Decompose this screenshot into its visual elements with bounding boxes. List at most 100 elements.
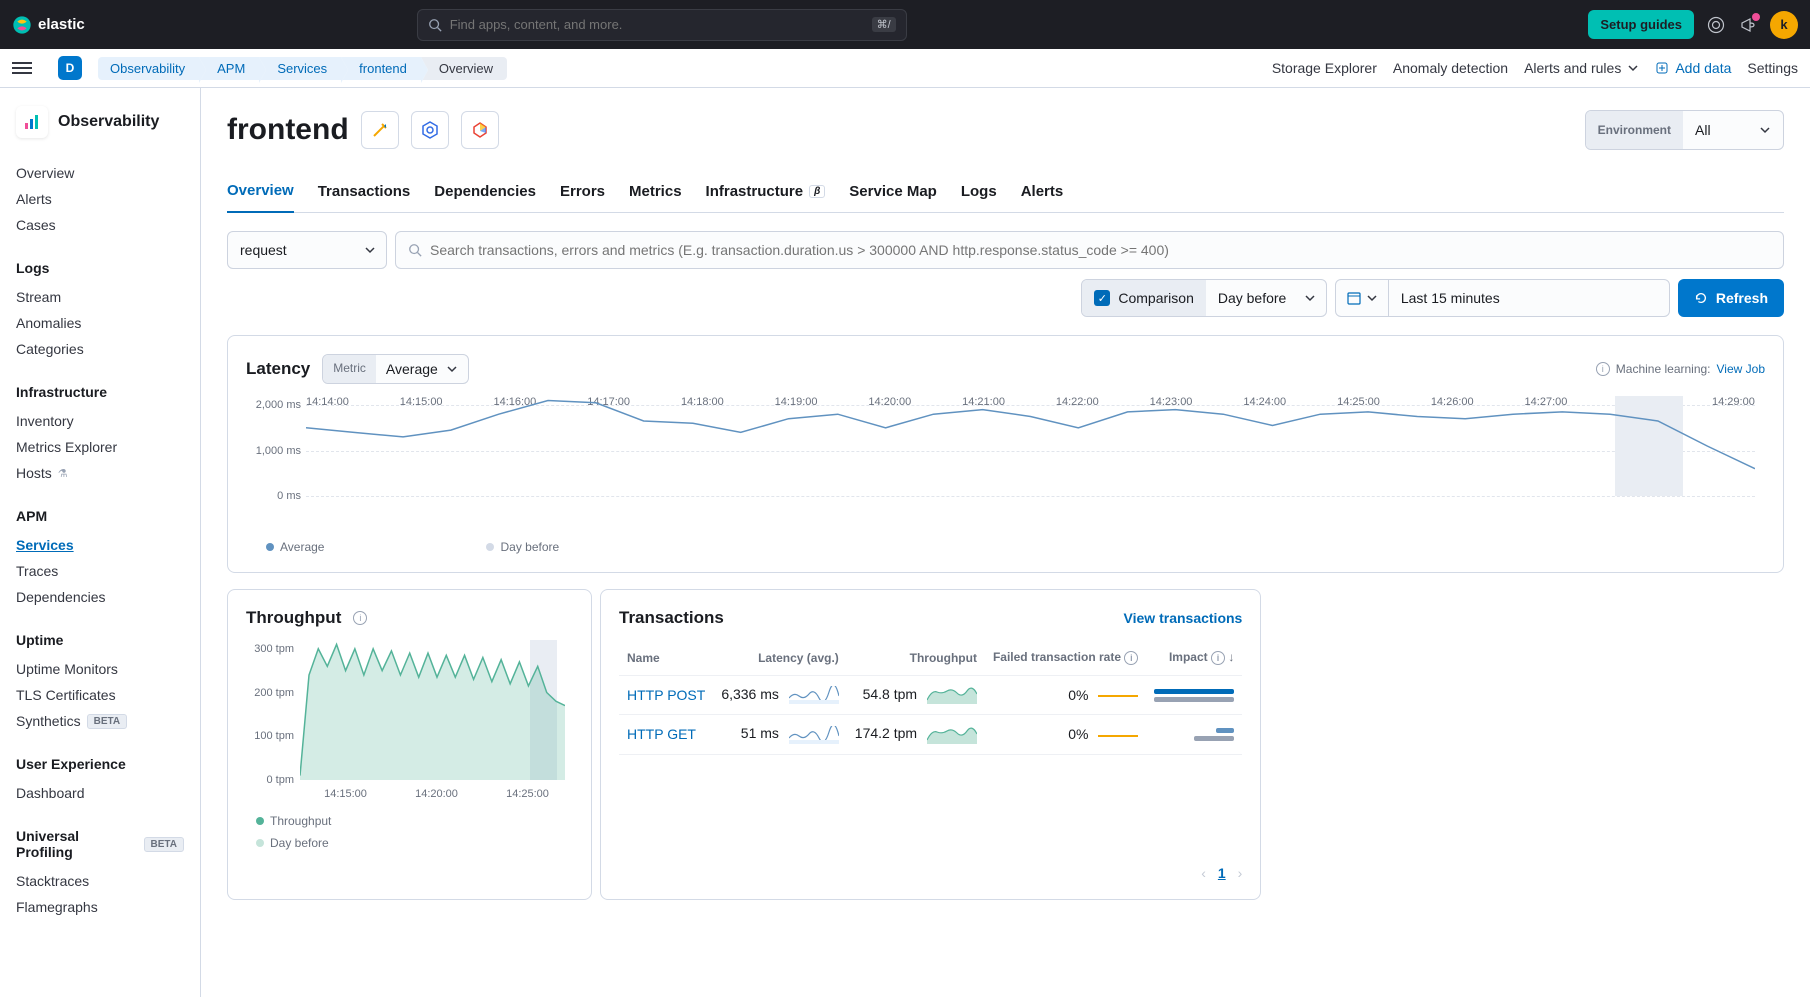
col-impact[interactable]: Impact i ↓	[1146, 640, 1242, 676]
brand-text: elastic	[38, 16, 85, 33]
sidebar-item-dependencies[interactable]: Dependencies	[16, 584, 184, 610]
tab-alerts[interactable]: Alerts	[1021, 174, 1064, 212]
sidebar-item-alerts[interactable]: Alerts	[16, 186, 184, 212]
time-range-select[interactable]: Last 15 minutes	[1335, 279, 1670, 317]
global-search[interactable]: ⌘/	[417, 9, 907, 41]
sidebar-item-synthetics[interactable]: SyntheticsBETA	[16, 708, 184, 734]
crumb-observability[interactable]: Observability	[98, 57, 199, 80]
agent-icon-button[interactable]	[361, 111, 399, 149]
sidebar-section-apm: APM	[16, 508, 184, 524]
sidebar-item-traces[interactable]: Traces	[16, 558, 184, 584]
refresh-icon	[1694, 291, 1708, 305]
sidebar-item-hosts[interactable]: Hosts⚗	[16, 460, 184, 486]
sidebar-item-tls-certificates[interactable]: TLS Certificates	[16, 682, 184, 708]
add-data-link[interactable]: Add data	[1655, 60, 1731, 76]
sidebar-item-categories[interactable]: Categories	[16, 336, 184, 362]
tab-service-map[interactable]: Service Map	[849, 174, 937, 212]
sidebar-item-anomalies[interactable]: Anomalies	[16, 310, 184, 336]
crumb-services[interactable]: Services	[259, 57, 341, 80]
cloud-icon-button[interactable]	[461, 111, 499, 149]
tab-errors[interactable]: Errors	[560, 174, 605, 212]
anomaly-detection-link[interactable]: Anomaly detection	[1393, 60, 1508, 76]
calendar-icon	[1346, 290, 1362, 306]
tabs: Overview Transactions Dependencies Errors Me…	[227, 174, 1784, 213]
page-number[interactable]: 1	[1218, 865, 1226, 881]
nav-toggle-button[interactable]	[12, 62, 32, 74]
col-throughput[interactable]: Throughput	[847, 640, 985, 676]
throughput-chart: 0 tpm100 tpm200 tpm300 tpm14:15:0014:20:…	[246, 640, 573, 800]
sidebar-section-user-experience: User Experience	[16, 756, 184, 772]
query-input[interactable]	[430, 242, 1771, 258]
flask-icon: ⚗	[58, 467, 68, 480]
sidebar-item-cases[interactable]: Cases	[16, 212, 184, 238]
prev-page-button[interactable]: ‹	[1201, 865, 1206, 881]
help-icon[interactable]	[1706, 15, 1726, 35]
table-row: HTTP POST 6,336 ms 54.8 tpm 0%	[619, 676, 1242, 715]
info-icon[interactable]: i	[353, 611, 367, 625]
breadcrumb: Observability APM Services frontend Over…	[98, 57, 507, 80]
comparison-checkbox[interactable]: ✓	[1094, 290, 1110, 306]
crumb-overview[interactable]: Overview	[421, 57, 507, 80]
tab-logs[interactable]: Logs	[961, 174, 997, 212]
setup-guides-button[interactable]: Setup guides	[1588, 10, 1694, 39]
comparison-select[interactable]: ✓Comparison Day before	[1081, 279, 1326, 317]
tab-overview[interactable]: Overview	[227, 174, 294, 213]
metric-select[interactable]: Metric Average	[322, 354, 469, 384]
sidebar-item-stacktraces[interactable]: Stacktraces	[16, 868, 184, 894]
chevron-down-icon	[1304, 292, 1316, 304]
query-filter[interactable]	[395, 231, 1784, 269]
search-icon	[408, 243, 422, 257]
type-select[interactable]: request	[227, 231, 387, 269]
top-header: elastic ⌘/ Setup guides k	[0, 0, 1810, 49]
sidebar-section-universal-profiling: Universal ProfilingBETA	[16, 828, 184, 860]
sidebar-item-metrics-explorer[interactable]: Metrics Explorer	[16, 434, 184, 460]
latency-panel: Latency Metric Average iMachine learning…	[227, 335, 1784, 573]
col-latency[interactable]: Latency (avg.)	[713, 640, 846, 676]
sidebar-item-dashboard[interactable]: Dashboard	[16, 780, 184, 806]
app-badge[interactable]: D	[58, 56, 82, 80]
view-job-link[interactable]: View Job	[1717, 362, 1765, 376]
transactions-title: Transactions	[619, 608, 724, 628]
search-input[interactable]	[450, 17, 864, 32]
page-title: frontend	[227, 113, 349, 147]
tab-infrastructure[interactable]: Infrastructureβ	[706, 174, 826, 212]
next-page-button[interactable]: ›	[1238, 865, 1243, 881]
calendar-button[interactable]	[1336, 280, 1389, 316]
sidebar-item-uptime-monitors[interactable]: Uptime Monitors	[16, 656, 184, 682]
sidebar-heading: Observability	[16, 106, 184, 138]
throughput-panel: Throughputi 0 tpm100 tpm200 tpm300 tpm14…	[227, 589, 592, 900]
ml-link: iMachine learning: View Job	[1596, 362, 1765, 376]
storage-explorer-link[interactable]: Storage Explorer	[1272, 60, 1377, 76]
crumb-apm[interactable]: APM	[199, 57, 259, 80]
transactions-panel: Transactions View transactions Name Late…	[600, 589, 1261, 900]
view-transactions-link[interactable]: View transactions	[1124, 610, 1243, 626]
plus-circle-icon	[1655, 61, 1669, 75]
sidebar-section-infrastructure: Infrastructure	[16, 384, 184, 400]
avatar[interactable]: k	[1770, 11, 1798, 39]
sidebar-item-flamegraphs[interactable]: Flamegraphs	[16, 894, 184, 920]
tab-metrics[interactable]: Metrics	[629, 174, 682, 212]
info-icon: i	[1124, 651, 1138, 665]
brand-logo[interactable]: elastic	[12, 15, 85, 35]
sidebar-item-inventory[interactable]: Inventory	[16, 408, 184, 434]
sidebar-item-overview[interactable]: Overview	[16, 160, 184, 186]
crumb-frontend[interactable]: frontend	[341, 57, 421, 80]
col-name[interactable]: Name	[619, 640, 713, 676]
info-icon: i	[1596, 362, 1610, 376]
settings-link[interactable]: Settings	[1747, 60, 1798, 76]
chevron-down-icon	[364, 244, 376, 256]
transaction-link[interactable]: HTTP POST	[627, 687, 705, 703]
sidebar-item-services[interactable]: Services	[16, 532, 184, 558]
tab-dependencies[interactable]: Dependencies	[434, 174, 536, 212]
news-icon[interactable]	[1738, 15, 1758, 35]
transactions-table: Name Latency (avg.) Throughput Failed tr…	[619, 640, 1242, 755]
observability-icon	[16, 106, 48, 138]
alerts-rules-link[interactable]: Alerts and rules	[1524, 60, 1639, 76]
kubernetes-icon-button[interactable]	[411, 111, 449, 149]
col-failed[interactable]: Failed transaction rate i	[985, 640, 1146, 676]
sidebar-item-stream[interactable]: Stream	[16, 284, 184, 310]
tab-transactions[interactable]: Transactions	[318, 174, 411, 212]
refresh-button[interactable]: Refresh	[1678, 279, 1784, 317]
environment-select[interactable]: Environment All	[1585, 110, 1784, 150]
transaction-link[interactable]: HTTP GET	[627, 726, 696, 742]
